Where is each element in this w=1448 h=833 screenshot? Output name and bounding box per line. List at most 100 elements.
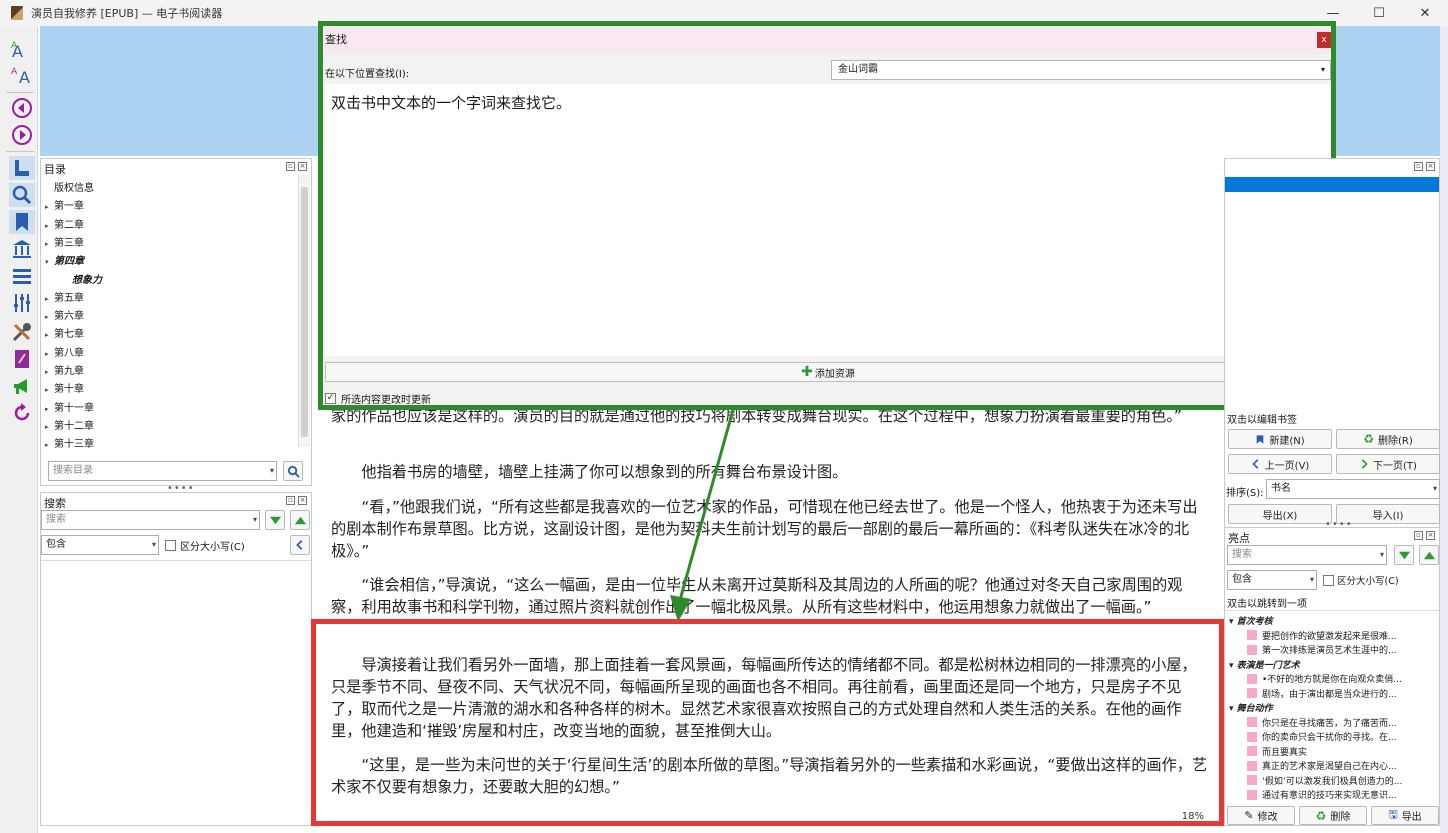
toc-item[interactable]: ▸ 第十二章 bbox=[45, 417, 94, 432]
highlights-list[interactable]: ▾ 首次考核要把创作的欲望激发起来是很难... 第一次排练是演员艺术生涯中的...… bbox=[1225, 610, 1439, 801]
close-panel-icon[interactable]: × bbox=[1426, 531, 1435, 540]
highlight-item[interactable]: 你只是在寻找痛苦，为了痛苦而... bbox=[1247, 716, 1397, 729]
search-prev-button[interactable] bbox=[290, 510, 310, 530]
toc-item[interactable]: ▸ 第二章 bbox=[45, 216, 84, 231]
expand-arrow-icon[interactable]: ▸ bbox=[45, 222, 54, 230]
highlight-item[interactable]: 而且要真实 bbox=[1247, 745, 1307, 758]
font-larger-icon[interactable]: AA bbox=[9, 38, 35, 62]
highlight-group[interactable]: ▾ 舞台动作 bbox=[1229, 701, 1273, 714]
toc-item[interactable]: ▾ 第四章 bbox=[45, 252, 84, 267]
export-bookmarks-button[interactable]: 导出(X) bbox=[1228, 504, 1332, 524]
sort-select[interactable]: 书名 ▾ bbox=[1266, 479, 1440, 499]
bookmark-selected-row[interactable] bbox=[1225, 177, 1439, 192]
delete-bookmark-button[interactable]: ♻ 删除(R) bbox=[1336, 429, 1440, 449]
expand-arrow-icon[interactable]: ▸ bbox=[45, 423, 54, 431]
expand-arrow-icon[interactable]: ▸ bbox=[45, 441, 54, 449]
prev-bookmark-button[interactable]: 上一页(V) bbox=[1228, 454, 1332, 474]
highlight-item[interactable]: 真正的艺术家是渴望自己在内心... bbox=[1247, 759, 1397, 772]
new-bookmark-button[interactable]: 新建(N) bbox=[1228, 429, 1332, 449]
toc-item[interactable]: ▸ 第八章 bbox=[45, 344, 84, 359]
chevron-down-icon[interactable]: ▾ bbox=[152, 536, 156, 554]
toc-item[interactable]: ▸ 第六章 bbox=[45, 307, 84, 322]
case-sensitive-checkbox[interactable] bbox=[165, 540, 176, 551]
search-next-button[interactable] bbox=[265, 510, 285, 530]
search-icon[interactable] bbox=[9, 183, 35, 207]
expand-arrow-icon[interactable]: ▸ bbox=[45, 240, 54, 248]
toc-item[interactable]: ▸ 第十一章 bbox=[45, 399, 94, 414]
menu-icon[interactable] bbox=[9, 264, 35, 288]
back-icon[interactable] bbox=[9, 96, 35, 120]
search-results-list[interactable] bbox=[41, 560, 311, 825]
search-mode-select[interactable]: 包含 ▾ bbox=[41, 535, 159, 555]
expand-arrow-icon[interactable]: ▸ bbox=[45, 350, 54, 358]
highlight-item[interactable]: 要把创作的欲望激发起来是很难... bbox=[1247, 629, 1397, 642]
toc-item[interactable]: ▸ 第十三章 bbox=[45, 435, 94, 450]
toc-item[interactable]: ▸ 第九章 bbox=[45, 362, 84, 377]
lookup-result-area[interactable]: 双击书中文本的一个字词来查找它。 bbox=[325, 84, 1331, 356]
expand-arrow-icon[interactable]: ▸ bbox=[45, 203, 54, 211]
expand-arrow-icon[interactable]: ▾ bbox=[45, 258, 54, 266]
search-input[interactable]: 搜索 ▾ bbox=[41, 510, 260, 530]
auto-update-checkbox[interactable]: ✓ bbox=[325, 393, 336, 404]
export-highlights-button[interactable]: 🖫 导出 bbox=[1371, 806, 1439, 825]
delete-highlight-button[interactable]: ♻ 删除 bbox=[1299, 806, 1367, 825]
chevron-down-icon[interactable]: ▾ bbox=[1229, 704, 1237, 714]
highlight-item[interactable]: 通过有意识的技巧来实现无意识... bbox=[1247, 788, 1397, 801]
expand-arrow-icon[interactable]: ▸ bbox=[45, 386, 54, 394]
dialog-close-button[interactable]: x bbox=[1317, 32, 1331, 48]
toc-item[interactable]: ▸ 第十章 bbox=[45, 380, 84, 395]
toc-item[interactable]: 想象力 bbox=[63, 271, 102, 286]
toc-item[interactable]: ▸ 第五章 bbox=[45, 289, 84, 304]
highlight-item[interactable]: •不好的地方就是你在向观众卖俏... bbox=[1247, 672, 1402, 685]
highlight-item[interactable]: 第一次排练是演员艺术生涯中的... bbox=[1247, 643, 1397, 656]
auto-update-option[interactable]: ✓ 所选内容更改时更新 bbox=[325, 391, 431, 406]
chevron-down-icon[interactable]: ▾ bbox=[1310, 571, 1314, 589]
float-panel-icon[interactable]: ▫ bbox=[286, 162, 295, 171]
tools-icon[interactable] bbox=[9, 320, 35, 344]
toc-item[interactable]: ▸ 第一章 bbox=[45, 197, 84, 212]
toc-item[interactable]: ▸ 第三章 bbox=[45, 234, 84, 249]
close-window-button[interactable]: ✕ bbox=[1402, 0, 1448, 26]
highlights-next-button[interactable] bbox=[1394, 545, 1414, 565]
notes-icon[interactable] bbox=[9, 347, 35, 371]
toc-icon[interactable] bbox=[9, 156, 35, 180]
case-sensitive-option[interactable]: 区分大小写(C) bbox=[165, 538, 245, 553]
toc-item[interactable]: 版权信息 bbox=[45, 179, 94, 194]
toc-search-button[interactable] bbox=[283, 461, 303, 481]
chevron-down-icon[interactable]: ▾ bbox=[1380, 546, 1384, 564]
highlight-group[interactable]: ▾ 表演是一门艺术 bbox=[1229, 658, 1300, 671]
float-panel-icon[interactable]: ▫ bbox=[286, 496, 295, 505]
font-smaller-icon[interactable]: AA bbox=[9, 64, 35, 88]
highlight-item[interactable]: 剧场，由于演出都是当众进行的... bbox=[1247, 687, 1397, 700]
close-panel-icon[interactable]: × bbox=[298, 496, 307, 505]
float-panel-icon[interactable]: ▫ bbox=[1414, 162, 1423, 171]
expand-arrow-icon[interactable]: ▸ bbox=[45, 368, 54, 376]
collapse-panel-button[interactable] bbox=[290, 535, 310, 555]
settings-icon[interactable] bbox=[9, 291, 35, 315]
chevron-down-icon[interactable]: ▾ bbox=[1229, 661, 1237, 671]
maximize-button[interactable]: ☐ bbox=[1356, 0, 1402, 26]
chevron-down-icon[interactable]: ▾ bbox=[1321, 61, 1325, 79]
chevron-down-icon[interactable]: ▾ bbox=[270, 462, 274, 480]
float-panel-icon[interactable]: ▫ bbox=[1414, 531, 1423, 540]
highlight-group[interactable]: ▾ 首次考核 bbox=[1229, 614, 1273, 627]
close-panel-icon[interactable]: × bbox=[1426, 162, 1435, 171]
next-bookmark-button[interactable]: 下一页(T) bbox=[1336, 454, 1440, 474]
chevron-down-icon[interactable]: ▾ bbox=[1229, 617, 1237, 627]
lookup-source-select[interactable]: 金山词霸 ▾ bbox=[831, 60, 1331, 80]
expand-arrow-icon[interactable]: ▸ bbox=[45, 295, 54, 303]
expand-arrow-icon[interactable]: ▸ bbox=[45, 405, 54, 413]
expand-arrow-icon[interactable]: ▸ bbox=[45, 313, 54, 321]
highlights-search-input[interactable]: 搜索 ▾ bbox=[1227, 545, 1387, 565]
highlight-item[interactable]: 你的卖命只会干扰你的寻找。在... bbox=[1247, 730, 1397, 743]
highlights-prev-button[interactable] bbox=[1419, 545, 1439, 565]
highlight-item[interactable]: ‘假如’可以激发我们极具创造力的... bbox=[1247, 774, 1402, 787]
forward-icon[interactable] bbox=[9, 123, 35, 147]
highlights-case-option[interactable]: 区分大小写(C) bbox=[1323, 573, 1399, 587]
toc-item[interactable]: ▸ 第七章 bbox=[45, 325, 84, 340]
library-icon[interactable] bbox=[9, 237, 35, 261]
announce-icon[interactable] bbox=[9, 374, 35, 398]
reload-icon[interactable] bbox=[9, 401, 35, 425]
bookmark-icon[interactable] bbox=[9, 210, 35, 234]
add-source-button[interactable]: ✚ 添加资源 bbox=[325, 362, 1331, 382]
